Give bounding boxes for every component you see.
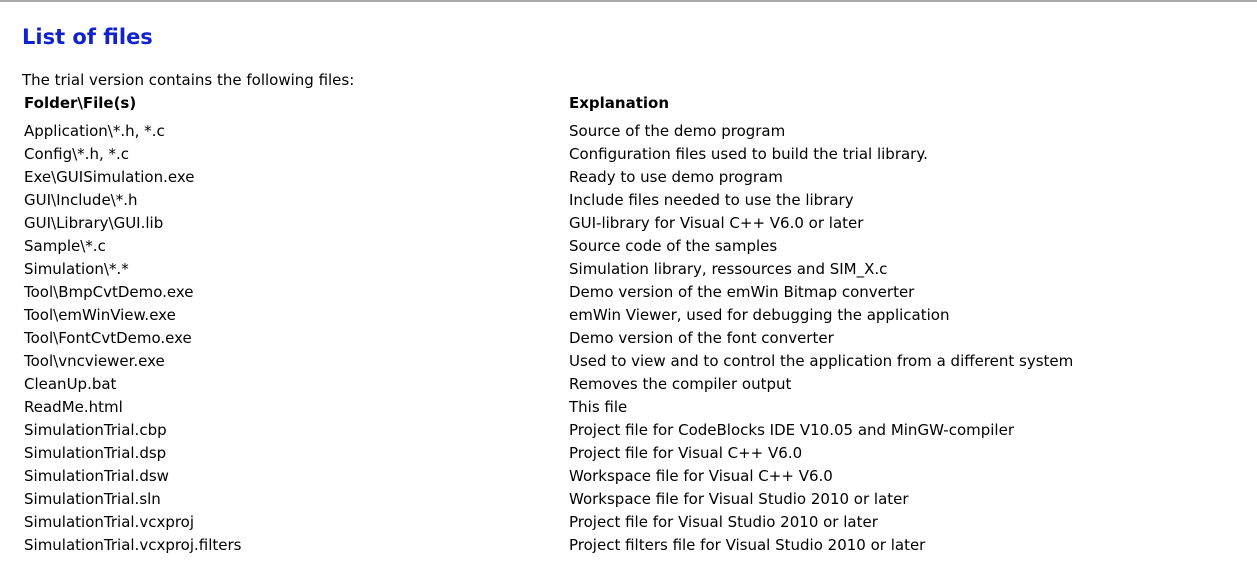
table-row: GUI\Include\*.h Include files needed to u… bbox=[24, 189, 1169, 212]
file-explanation-cell: Demo version of the emWin Bitmap convert… bbox=[569, 283, 915, 301]
table-row: SimulationTrial.vcxproj Project file for … bbox=[24, 511, 1169, 534]
table-row: Tool\vncviewer.exe Used to view and to co… bbox=[24, 350, 1169, 373]
table-row: Application\*.h, *.c Source of the demo p… bbox=[24, 120, 1169, 143]
table-header-row: Folder\File(s) Explanation bbox=[24, 93, 1169, 120]
file-explanation-cell: emWin Viewer, used for debugging the app… bbox=[569, 306, 950, 324]
file-path-cell: SimulationTrial.dsw bbox=[24, 467, 169, 485]
file-path-cell: SimulationTrial.dsp bbox=[24, 444, 167, 462]
file-path-cell: GUI\Library\GUI.lib bbox=[24, 214, 164, 232]
file-explanation-cell: This file bbox=[569, 398, 628, 416]
file-explanation-cell: Workspace file for Visual C++ V6.0 bbox=[569, 467, 833, 485]
column-header-explanation: Explanation bbox=[569, 94, 670, 112]
file-path-cell: SimulationTrial.vcxproj.filters bbox=[24, 536, 242, 554]
table-row: Tool\FontCvtDemo.exe Demo version of the … bbox=[24, 327, 1169, 350]
table-row: SimulationTrial.dsw Workspace file for Vi… bbox=[24, 465, 1169, 488]
file-path-cell: Application\*.h, *.c bbox=[24, 122, 165, 140]
table-row: Config\*.h, *.c Configuration files used … bbox=[24, 143, 1169, 166]
table-body: Application\*.h, *.c Source of the demo p… bbox=[24, 120, 1169, 557]
table-row: Tool\BmpCvtDemo.exe Demo version of the e… bbox=[24, 281, 1169, 304]
file-path-cell: Tool\vncviewer.exe bbox=[24, 352, 165, 370]
table-row: CleanUp.bat Removes the compiler output bbox=[24, 373, 1169, 396]
file-explanation-cell: Workspace file for Visual Studio 2010 or… bbox=[569, 490, 909, 508]
file-path-cell: Tool\BmpCvtDemo.exe bbox=[24, 283, 194, 301]
file-explanation-cell: Demo version of the font converter bbox=[569, 329, 834, 347]
file-explanation-cell: Configuration files used to build the tr… bbox=[569, 145, 928, 163]
file-path-cell: Config\*.h, *.c bbox=[24, 145, 130, 163]
table-row: Sample\*.c Source code of the samples bbox=[24, 235, 1169, 258]
file-path-cell: Sample\*.c bbox=[24, 237, 106, 255]
file-explanation-cell: Project file for CodeBlocks IDE V10.05 a… bbox=[569, 421, 1014, 439]
file-table: Folder\File(s) Explanation Application\*… bbox=[24, 93, 1169, 557]
table-row: Exe\GUISimulation.exe Ready to use demo p… bbox=[24, 166, 1169, 189]
file-path-cell: ReadMe.html bbox=[24, 398, 123, 416]
table-row: SimulationTrial.sln Workspace file for Vi… bbox=[24, 488, 1169, 511]
table-row: GUI\Library\GUI.lib GUI-library for Visua… bbox=[24, 212, 1169, 235]
page-title: List of files bbox=[22, 25, 153, 49]
table-row: Simulation\*.* Simulation library, ressou… bbox=[24, 258, 1169, 281]
table-row: SimulationTrial.dsp Project file for Visu… bbox=[24, 442, 1169, 465]
file-explanation-cell: Removes the compiler output bbox=[569, 375, 792, 393]
file-explanation-cell: Include files needed to use the library bbox=[569, 191, 854, 209]
file-path-cell: CleanUp.bat bbox=[24, 375, 117, 393]
file-explanation-cell: Used to view and to control the applicat… bbox=[569, 352, 1074, 370]
table-row: Tool\emWinView.exe emWin Viewer, used for… bbox=[24, 304, 1169, 327]
file-explanation-cell: Project file for Visual Studio 2010 or l… bbox=[569, 513, 878, 531]
file-explanation-cell: Project filters file for Visual Studio 2… bbox=[569, 536, 926, 554]
file-path-cell: Tool\FontCvtDemo.exe bbox=[24, 329, 192, 347]
file-explanation-cell: Source of the demo program bbox=[569, 122, 786, 140]
table-row: SimulationTrial.cbp Project file for Code… bbox=[24, 419, 1169, 442]
file-explanation-cell: Ready to use demo program bbox=[569, 168, 783, 186]
file-path-cell: SimulationTrial.vcxproj bbox=[24, 513, 195, 531]
file-path-cell: Tool\emWinView.exe bbox=[24, 306, 176, 324]
file-explanation-cell: Source code of the samples bbox=[569, 237, 778, 255]
page-content: List of files The trial version contains… bbox=[22, 22, 1242, 557]
file-path-cell: GUI\Include\*.h bbox=[24, 191, 138, 209]
file-path-cell: SimulationTrial.cbp bbox=[24, 421, 167, 439]
table-row: SimulationTrial.vcxproj.filters Project f… bbox=[24, 534, 1169, 557]
intro-text: The trial version contains the following… bbox=[22, 71, 355, 89]
file-path-cell: SimulationTrial.sln bbox=[24, 490, 161, 508]
column-header-folder: Folder\File(s) bbox=[24, 94, 137, 112]
file-path-cell: Simulation\*.* bbox=[24, 260, 129, 278]
table-row: ReadMe.html This file bbox=[24, 396, 1169, 419]
file-explanation-cell: GUI-library for Visual C++ V6.0 or later bbox=[569, 214, 864, 232]
file-path-cell: Exe\GUISimulation.exe bbox=[24, 168, 195, 186]
file-explanation-cell: Project file for Visual C++ V6.0 bbox=[569, 444, 803, 462]
file-explanation-cell: Simulation library, ressources and SIM_X… bbox=[569, 260, 888, 278]
top-divider bbox=[0, 0, 1257, 2]
